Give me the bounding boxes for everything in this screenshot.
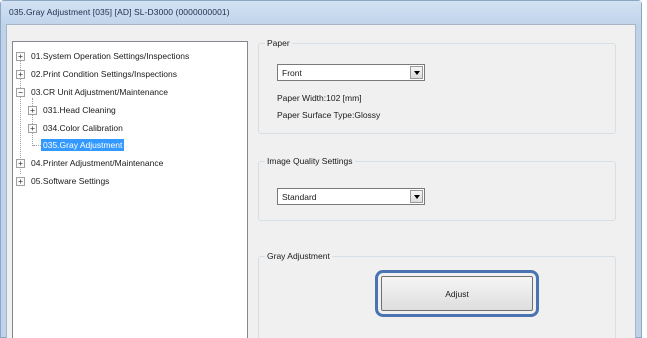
tree-item-label: 04.Printer Adjustment/Maintenance — [31, 158, 164, 168]
tree-item-cr-unit[interactable]: − 03.CR Unit Adjustment/Maintenance — [16, 85, 170, 99]
tree-item-software-settings[interactable]: + 05.Software Settings — [16, 174, 111, 188]
tree-item-printer-adjustment[interactable]: + 04.Printer Adjustment/Maintenance — [16, 156, 165, 170]
window-title: 035.Gray Adjustment [035] [AD] SL-D3000 … — [9, 7, 230, 17]
tree-item-color-calibration[interactable]: + 034.Color Calibration — [28, 121, 125, 135]
plus-icon[interactable]: + — [28, 123, 37, 133]
paper-side-dropdown[interactable]: Front — [277, 64, 425, 81]
image-quality-group-title: Image Quality Settings — [265, 156, 355, 166]
plus-icon[interactable]: + — [16, 158, 25, 168]
tree-item-label: 02.Print Condition Settings/Inspections — [31, 69, 178, 79]
plus-icon[interactable]: + — [16, 51, 25, 61]
title-bar[interactable]: 035.Gray Adjustment [035] [AD] SL-D3000 … — [1, 1, 641, 25]
image-quality-dropdown[interactable]: Standard — [277, 188, 425, 205]
plus-icon[interactable]: + — [28, 105, 37, 115]
paper-side-value: Front — [282, 68, 302, 78]
paper-width-text: Paper Width:102 [mm] — [277, 93, 362, 103]
tree-item-system-operation[interactable]: + 01.System Operation Settings/Inspectio… — [16, 49, 191, 63]
image-quality-value: Standard — [282, 192, 317, 202]
chevron-down-icon[interactable] — [410, 190, 423, 203]
tree-item-label-selected: 035.Gray Adjustment — [41, 139, 125, 151]
tree-item-head-cleaning[interactable]: + 031.Head Cleaning — [28, 103, 118, 117]
tree-item-label: 01.System Operation Settings/Inspections — [31, 51, 190, 61]
tree-item-label: 034.Color Calibration — [43, 123, 123, 133]
adjust-button[interactable]: Adjust — [381, 276, 533, 311]
paper-group-title: Paper — [265, 38, 292, 48]
chevron-down-icon[interactable] — [410, 66, 423, 79]
paper-surface-text: Paper Surface Type:Glossy — [277, 110, 381, 120]
plus-icon[interactable]: + — [16, 69, 25, 79]
tree-item-label: 05.Software Settings — [31, 176, 110, 186]
minus-icon[interactable]: − — [16, 87, 25, 97]
settings-tree[interactable]: + 01.System Operation Settings/Inspectio… — [12, 41, 248, 338]
plus-icon[interactable]: + — [16, 176, 25, 186]
tree-item-gray-adjustment[interactable]: 035.Gray Adjustment — [41, 138, 125, 152]
paper-group: Paper — [258, 38, 616, 134]
client-area: + 01.System Operation Settings/Inspectio… — [6, 24, 636, 338]
tree-item-label: 03.CR Unit Adjustment/Maintenance — [31, 87, 169, 97]
gray-adjustment-group-title: Gray Adjustment — [265, 251, 332, 261]
tree-item-label: 031.Head Cleaning — [43, 105, 116, 115]
tree-item-print-condition[interactable]: + 02.Print Condition Settings/Inspection… — [16, 67, 179, 81]
